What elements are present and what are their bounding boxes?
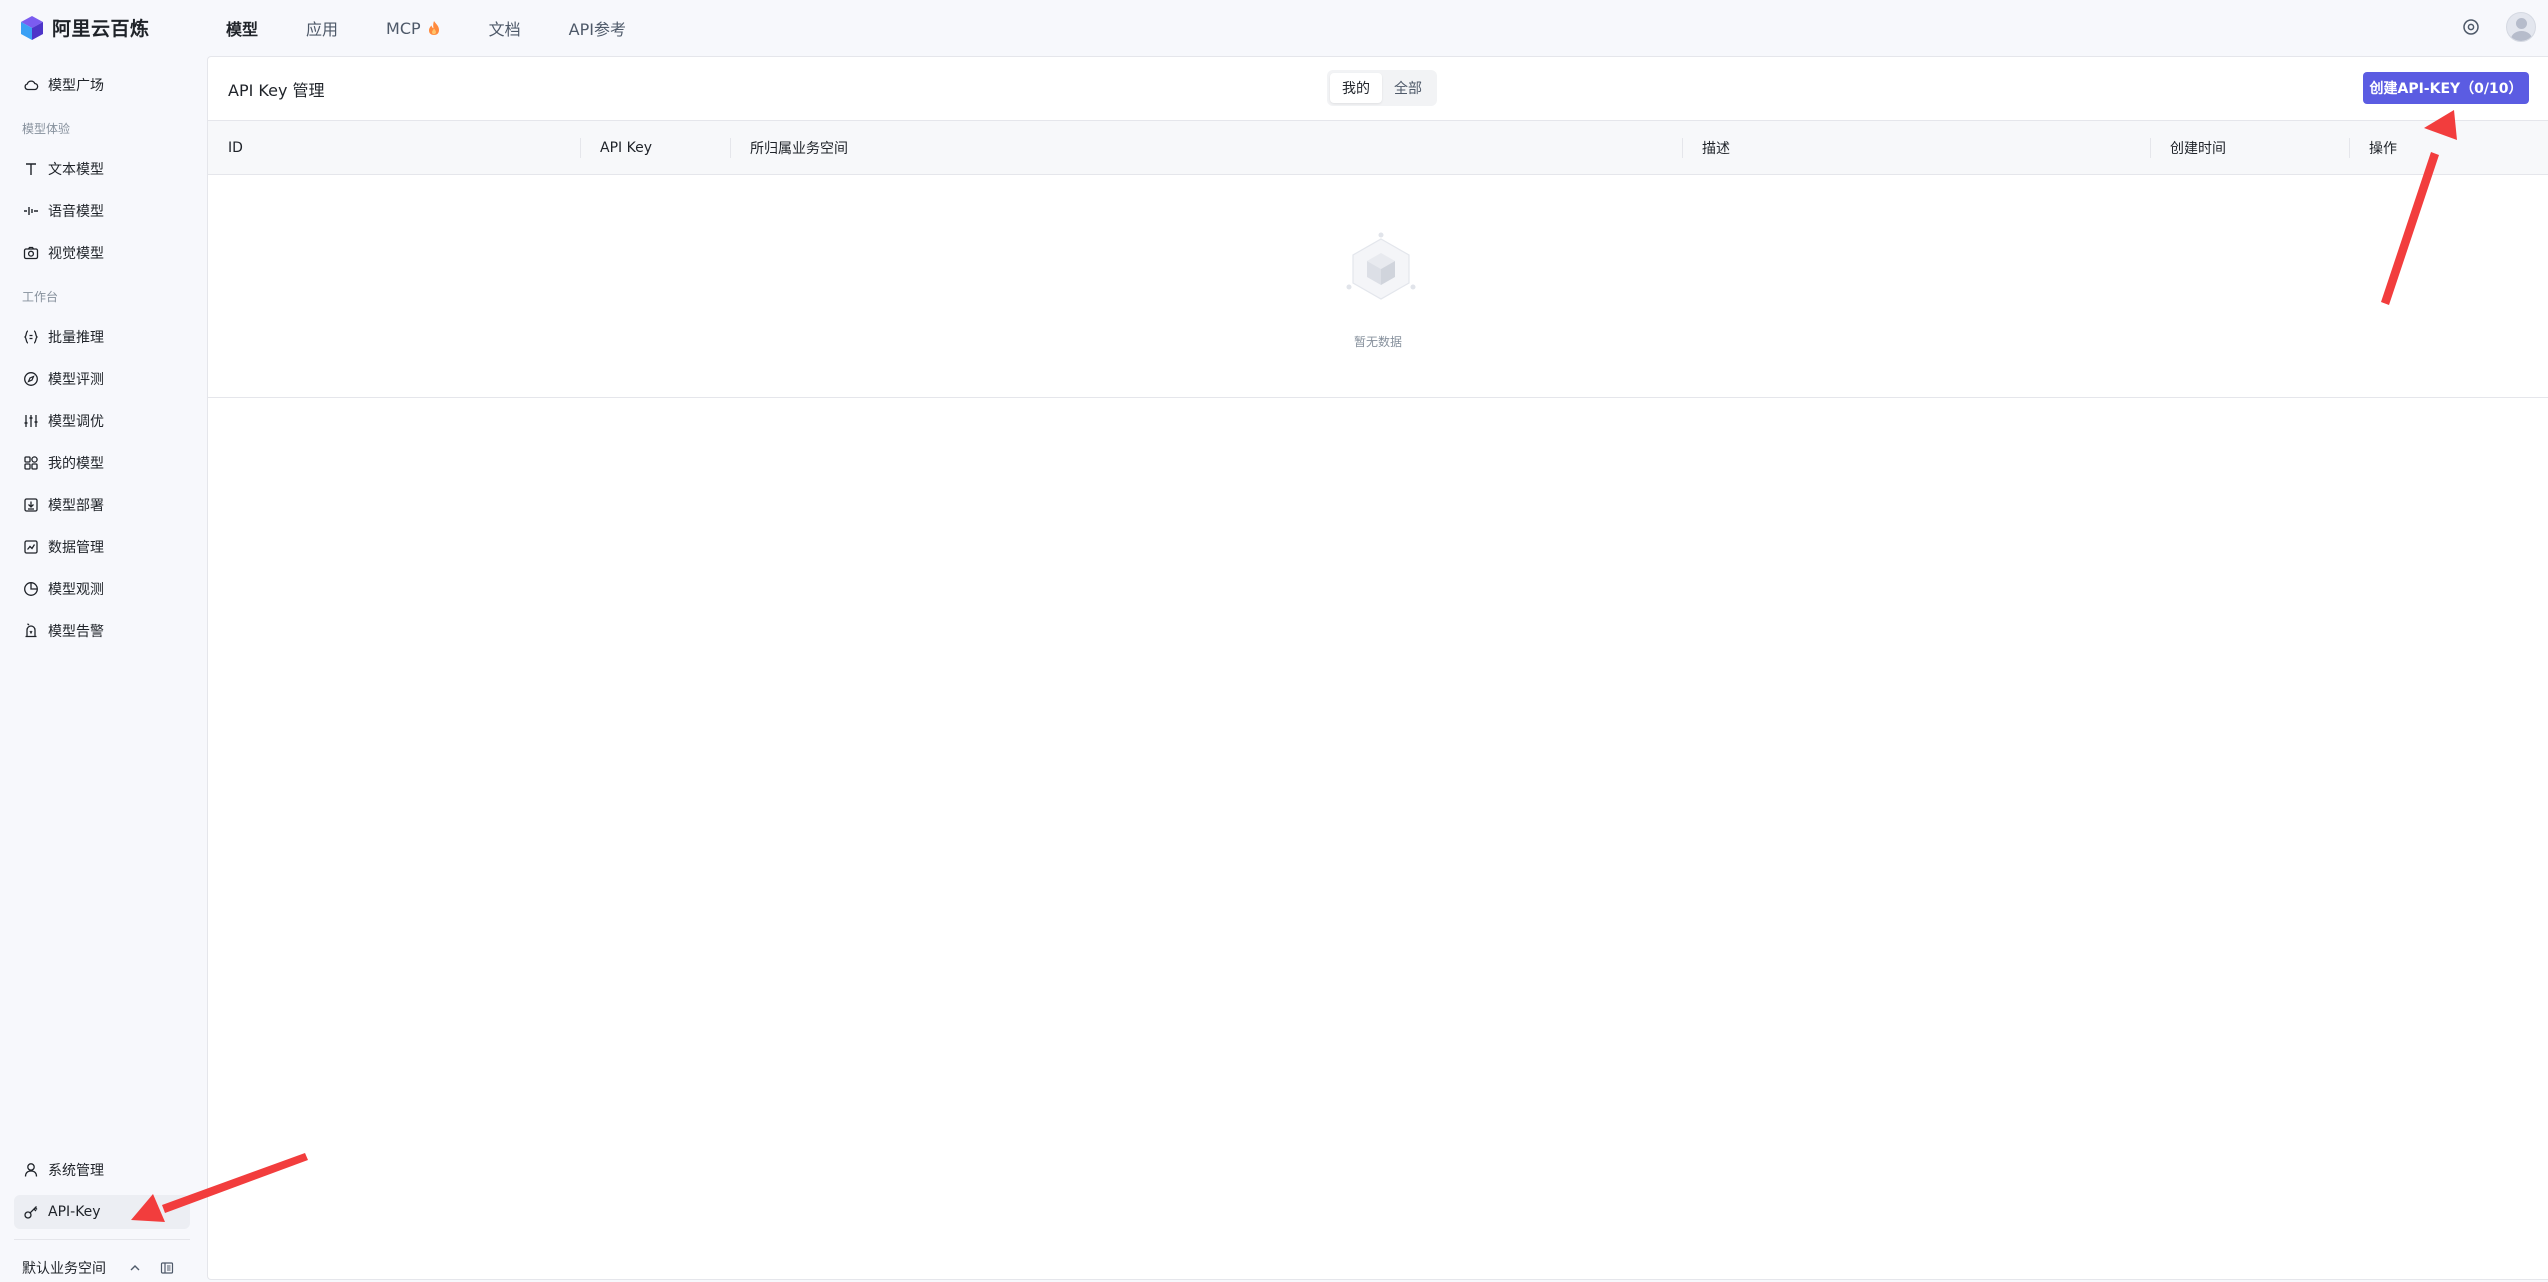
camera-icon [23, 246, 39, 260]
sidebar-item-model-tuning[interactable]: 模型调优 [14, 404, 190, 438]
column-header-id: ID [228, 139, 243, 156]
nav-item-label: API参考 [568, 20, 626, 39]
empty-state: 暂无数据 [208, 175, 2548, 398]
sidebar-item-my-models[interactable]: 我的模型 [14, 446, 190, 480]
sidebar-item-model-alarm[interactable]: 模型告警 [14, 614, 190, 648]
braces-icon [23, 330, 39, 344]
column-header-description: 描述 [1702, 140, 1730, 157]
avatar-body-shape [2511, 31, 2532, 41]
top-bar: 阿里云百炼 模型 应用 MCP 文档 API参考 [0, 0, 2548, 56]
nav-item-label: 模型 [226, 20, 259, 39]
user-icon [24, 1163, 38, 1177]
sidebar-item-label: 视觉模型 [48, 246, 104, 262]
column-header-created-time: 创建时间 [2170, 140, 2226, 157]
nav-item-label: 文档 [488, 20, 521, 39]
nav-item-apps[interactable]: 应用 [306, 16, 338, 40]
nav-item-label: 应用 [306, 20, 339, 39]
chart-icon [24, 540, 38, 554]
brand-name: 阿里云百炼 [52, 18, 150, 40]
column-header-api-key: API Key [600, 139, 652, 156]
sidebar: 模型广场 模型体验 文本模型 语音模型 视觉模型 工作台 批量推理 模型评测 模… [0, 56, 206, 1282]
sidebar-item-model-evaluation[interactable]: 模型评测 [14, 362, 190, 396]
column-separator [580, 138, 581, 158]
text-icon [26, 163, 36, 175]
sidebar-item-api-key[interactable]: API-Key [14, 1195, 190, 1229]
top-nav: 模型 应用 MCP 文档 API参考 [226, 0, 674, 56]
collapse-sidebar-icon[interactable] [160, 1261, 174, 1275]
sidebar-item-label: 模型告警 [48, 624, 104, 640]
sidebar-divider [14, 1239, 190, 1240]
page-header: API Key 管理 我的 全部 创建API-KEY（0/10） [208, 57, 2548, 120]
brand-logo-icon [21, 15, 43, 40]
workspace-switcher[interactable]: 默认业务空间 [22, 1254, 192, 1282]
nav-item-api-reference[interactable]: API参考 [569, 16, 626, 40]
deploy-icon [24, 498, 38, 512]
settings-icon[interactable] [2462, 18, 2480, 36]
nav-item-mcp[interactable]: MCP [386, 19, 441, 38]
sidebar-section-experience: 模型体验 [22, 122, 71, 136]
column-separator [730, 138, 731, 158]
brand-logo[interactable]: 阿里云百炼 [20, 14, 150, 41]
cloud-icon [24, 80, 39, 91]
sidebar-item-model-deploy[interactable]: 模型部署 [14, 488, 190, 522]
sidebar-item-vision-model[interactable]: 视觉模型 [14, 236, 190, 270]
alarm-icon [25, 623, 37, 638]
sidebar-item-label: 文本模型 [48, 162, 104, 178]
create-api-key-button[interactable]: 创建API-KEY（0/10） [2363, 72, 2529, 104]
sidebar-item-model-plaza[interactable]: 模型广场 [14, 68, 190, 102]
column-separator [1682, 138, 1683, 158]
tab-all[interactable]: 全部 [1382, 73, 1434, 103]
sidebar-item-system-management[interactable]: 系统管理 [14, 1153, 190, 1187]
sidebar-item-data-management[interactable]: 数据管理 [14, 530, 190, 564]
avatar-head-shape [2516, 18, 2527, 29]
sidebar-item-label: 模型观测 [48, 582, 104, 598]
sidebar-item-label: API-Key [48, 1204, 101, 1220]
sliders-icon [24, 415, 38, 427]
table-header: ID API Key 所归属业务空间 描述 创建时间 操作 [208, 120, 2548, 175]
sidebar-item-label: 模型广场 [48, 78, 104, 94]
sidebar-item-label: 数据管理 [48, 540, 104, 556]
column-header-actions: 操作 [2369, 140, 2397, 157]
sidebar-item-label: 系统管理 [48, 1163, 104, 1179]
apps-icon [24, 456, 38, 470]
sidebar-item-label: 模型调优 [48, 414, 104, 430]
column-header-workspace: 所归属业务空间 [750, 140, 848, 157]
nav-item-label: MCP [386, 18, 421, 38]
column-separator [2349, 138, 2350, 158]
user-avatar[interactable] [2506, 12, 2536, 42]
sidebar-item-model-observability[interactable]: 模型观测 [14, 572, 190, 606]
sidebar-item-voice-model[interactable]: 语音模型 [14, 194, 190, 228]
nav-item-models[interactable]: 模型 [226, 16, 258, 40]
column-separator [2150, 138, 2151, 158]
key-icon [24, 1206, 38, 1219]
top-right-actions [2462, 12, 2536, 42]
main-panel: API Key 管理 我的 全部 创建API-KEY（0/10） ID API … [207, 56, 2548, 1280]
tab-mine[interactable]: 我的 [1330, 73, 1382, 103]
empty-box-icon [1346, 232, 1416, 300]
sidebar-item-text-model[interactable]: 文本模型 [14, 152, 190, 186]
scope-segmented-control: 我的 全部 [1327, 70, 1437, 106]
sidebar-section-workbench: 工作台 [22, 290, 59, 304]
sidebar-item-label: 我的模型 [48, 456, 104, 472]
nav-item-docs[interactable]: 文档 [489, 16, 521, 40]
sidebar-item-label: 模型部署 [48, 498, 104, 514]
compass-icon [24, 372, 38, 386]
sidebar-item-label: 语音模型 [48, 204, 104, 220]
fire-icon [428, 21, 439, 35]
sidebar-item-label: 模型评测 [48, 372, 104, 388]
chevron-up-icon[interactable] [128, 1261, 142, 1275]
page-title: API Key 管理 [228, 81, 325, 100]
sidebar-item-label: 批量推理 [48, 330, 104, 346]
workspace-name: 默认业务空间 [22, 1261, 106, 1277]
voice-icon [24, 207, 38, 215]
pie-icon [24, 582, 38, 596]
empty-state-text: 暂无数据 [1353, 335, 1402, 349]
sidebar-item-batch-inference[interactable]: 批量推理 [14, 320, 190, 354]
